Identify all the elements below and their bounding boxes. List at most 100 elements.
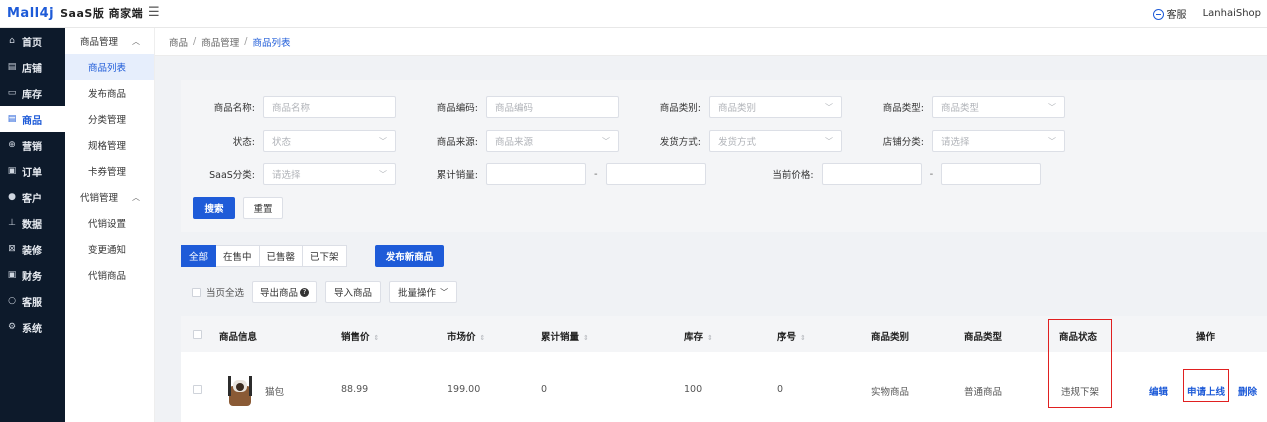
product-category-select[interactable]: 商品类别 ﹀ — [709, 96, 842, 118]
cell-seq: 0 — [777, 384, 784, 395]
col-header-category: 商品类别 — [871, 332, 910, 343]
subnav-group-consignment[interactable]: 代销管理 ︿ — [65, 184, 154, 210]
price-min-input[interactable] — [821, 163, 922, 185]
sidebar-item-label: 营销 — [22, 141, 42, 153]
sidebar-item-system[interactable]: ⚙ 系统 — [0, 314, 65, 340]
subnav-item-consignment-settings[interactable]: 代销设置 — [65, 210, 154, 236]
sort-icon: ⇕ — [373, 334, 380, 342]
product-name[interactable]: 猫包 — [265, 384, 284, 398]
filter-label: 商品名称: — [213, 103, 255, 114]
decoration-icon: ⊠ — [8, 244, 16, 254]
subnav-item-coupon-management[interactable]: 卡券管理 — [65, 158, 154, 184]
sidebar-item-label: 店铺 — [22, 63, 42, 75]
publish-product-button[interactable]: 发布新商品 — [375, 245, 444, 267]
select-placeholder: 请选择 — [272, 170, 301, 181]
filter-label: 商品类别: — [659, 103, 701, 114]
product-thumbnail[interactable] — [225, 374, 255, 408]
batch-label: 批量操作 — [398, 288, 437, 299]
cell-market-price: 199.00 — [447, 384, 481, 395]
tab-sold-out[interactable]: 已售罄 — [259, 245, 304, 267]
product-icon: ▤ — [7, 114, 17, 124]
batch-operation-dropdown[interactable]: 批量操作 ﹀ — [389, 281, 458, 303]
subnav-item-spec-management[interactable]: 规格管理 — [65, 132, 154, 158]
sidebar-item-finance[interactable]: ▣ 财务 — [0, 262, 65, 288]
import-products-button[interactable]: 导入商品 — [325, 281, 382, 303]
range-dash: - — [594, 168, 598, 180]
tab-off-shelf[interactable]: 已下架 — [303, 245, 347, 267]
subnav-item-consignment-products[interactable]: 代销商品 — [65, 262, 154, 288]
sales-max-input[interactable] — [605, 163, 706, 185]
subnav-group-product-management[interactable]: 商品管理 ︿ — [65, 28, 154, 54]
status-select[interactable]: 状态 ﹀ — [263, 130, 396, 152]
price-max-input[interactable] — [941, 163, 1042, 185]
breadcrumb-item[interactable]: 商品管理 — [201, 35, 239, 49]
finance-icon: ▣ — [7, 270, 17, 280]
subnav-item-change-notice[interactable]: 变更通知 — [65, 236, 154, 262]
customer-service-button[interactable]: 客服 — [1152, 6, 1187, 21]
sidebar-item-label: 数据 — [22, 219, 42, 231]
apply-online-highlight — [1183, 369, 1229, 402]
sidebar-item-orders[interactable]: ▣ 订单 — [0, 158, 65, 184]
top-right-area: 客服 LanhaiShop — [1152, 6, 1261, 21]
chart-icon: ⊥ — [8, 218, 16, 228]
header-label: 库存 — [684, 332, 704, 343]
sidebar-item-stock[interactable]: ▭ 库存 — [0, 80, 65, 106]
sidebar-item-decoration[interactable]: ⊠ 装修 — [0, 236, 65, 262]
product-code-input[interactable]: 商品编码 — [486, 96, 619, 118]
breadcrumb-separator: / — [244, 36, 248, 47]
delete-link[interactable]: 删除 — [1238, 384, 1257, 398]
chat-icon: ○ — [8, 296, 16, 306]
sub-navigation: 商品管理 ︿ 商品列表 发布商品 分类管理 规格管理 卡券管理 代销管理 ︿ 代销设… — [65, 28, 155, 422]
export-products-button[interactable]: 导出商品? — [252, 281, 318, 303]
product-type-select[interactable]: 商品类型 ﹀ — [932, 96, 1065, 118]
sort-icon: ⇕ — [800, 334, 806, 342]
menu-fold-icon[interactable]: ☰ — [148, 5, 160, 20]
source-select[interactable]: 商品来源 ﹀ — [486, 130, 619, 152]
sidebar-item-data[interactable]: ⊥ 数据 — [0, 210, 65, 236]
header-checkbox[interactable] — [193, 330, 202, 339]
sidebar-item-products[interactable]: ▤ 商品 — [0, 106, 65, 132]
marketing-icon: ⊕ — [8, 140, 16, 150]
filter-label: 状态: — [232, 137, 255, 148]
tab-all[interactable]: 全部 — [181, 245, 217, 267]
chevron-down-icon: ﹀ — [379, 137, 387, 146]
app-logo[interactable]: Mall4j SaaS版 商家端 — [7, 5, 143, 21]
subnav-group-label: 商品管理 — [80, 37, 119, 48]
tab-on-sale[interactable]: 在售中 — [216, 245, 260, 267]
reset-button[interactable]: 重置 — [243, 197, 283, 219]
sidebar-item-customers[interactable]: ● 客户 — [0, 184, 65, 210]
chevron-down-icon: ﹀ — [379, 170, 387, 179]
help-icon[interactable]: ? — [300, 287, 310, 297]
col-header-seq[interactable]: 序号 ⇕ — [777, 329, 806, 343]
user-menu[interactable]: LanhaiShop — [1203, 8, 1261, 19]
sidebar-item-marketing[interactable]: ⊕ 营销 — [0, 132, 65, 158]
service-label: 客服 — [1166, 10, 1187, 21]
subnav-item-publish-product[interactable]: 发布商品 — [65, 80, 154, 106]
product-name-input[interactable]: 商品名称 — [263, 96, 396, 118]
search-button[interactable]: 搜索 — [193, 197, 235, 219]
shop-category-select[interactable]: 请选择 ﹀ — [932, 130, 1065, 152]
col-header-price[interactable]: 销售价 ⇕ — [341, 329, 379, 343]
sidebar-item-home[interactable]: ⌂ 首页 — [0, 28, 65, 54]
select-placeholder: 商品类型 — [941, 103, 980, 114]
col-header-market-price[interactable]: 市场价 ⇕ — [447, 329, 485, 343]
subnav-item-category-management[interactable]: 分类管理 — [65, 106, 154, 132]
header-label: 市场价 — [447, 332, 476, 343]
edit-link[interactable]: 编辑 — [1149, 384, 1168, 398]
cell-category: 实物商品 — [871, 387, 910, 398]
sidebar-item-service[interactable]: ○ 客服 — [0, 288, 65, 314]
delivery-select[interactable]: 发货方式 ﹀ — [709, 130, 842, 152]
sort-icon: ⇕ — [707, 334, 713, 342]
col-header-info: 商品信息 — [219, 332, 258, 343]
sidebar-item-shop[interactable]: ▤ 店铺 — [0, 54, 65, 80]
subnav-item-product-list[interactable]: 商品列表 — [65, 54, 154, 80]
sales-min-input[interactable] — [486, 163, 586, 185]
sidebar-item-label: 客户 — [22, 193, 42, 205]
header-label: 序号 — [777, 332, 797, 343]
saas-category-select[interactable]: 请选择 ﹀ — [263, 163, 396, 185]
breadcrumb-item[interactable]: 商品 — [169, 35, 188, 49]
select-all-checkbox[interactable]: 当页全选 — [192, 285, 244, 299]
col-header-sales[interactable]: 累计销量 ⇕ — [541, 329, 589, 343]
row-checkbox[interactable] — [193, 385, 202, 394]
col-header-stock[interactable]: 库存 ⇕ — [684, 329, 713, 343]
